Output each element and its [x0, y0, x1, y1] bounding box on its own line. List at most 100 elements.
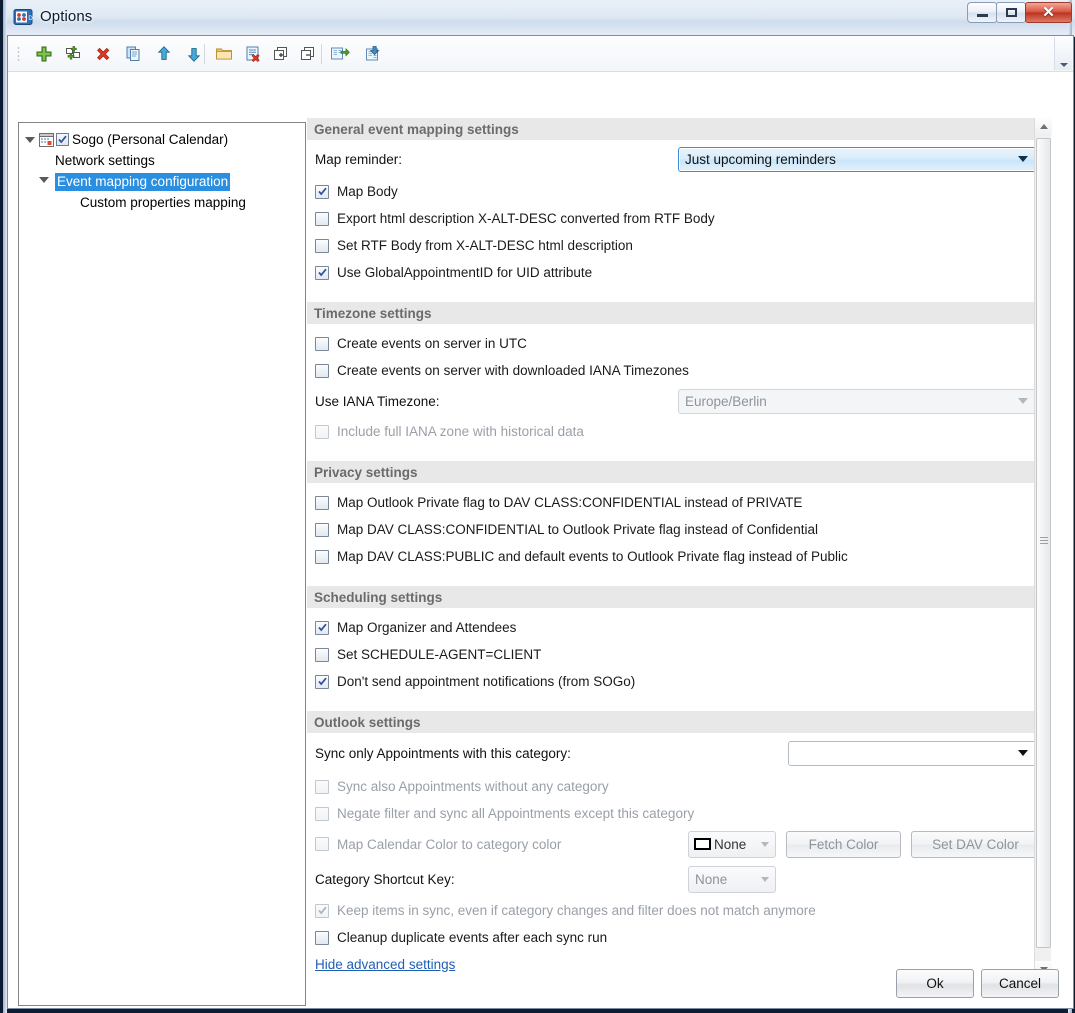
title-bar[interactable]: D Options ✕	[3, 0, 1075, 34]
scrollbar-thumb[interactable]	[1036, 138, 1051, 948]
checkbox-label: Keep items in sync, even if category cha…	[337, 903, 816, 918]
checkbox-box[interactable]	[315, 495, 329, 510]
checkbox-label: Negate filter and sync all Appointments …	[337, 806, 695, 821]
checkbox-label: Map DAV CLASS:CONFIDENTIAL to Outlook Pr…	[337, 522, 818, 537]
checkbox-box[interactable]	[315, 522, 329, 537]
checkbox-label: Map Body	[337, 184, 398, 199]
maximize-button[interactable]	[996, 2, 1026, 23]
hide-advanced-settings-link[interactable]: Hide advanced settings	[315, 957, 455, 972]
folder-icon[interactable]	[210, 42, 238, 66]
section-header-outlook: Outlook settings	[307, 711, 1051, 733]
checkbox-create-events-utc[interactable]: Create events on server in UTC	[307, 330, 1051, 357]
chevron-down-icon	[761, 876, 769, 882]
checkbox-box[interactable]	[315, 336, 329, 351]
checkbox-negate-filter: Negate filter and sync all Appointments …	[307, 800, 1051, 827]
checkbox-label: Export html description X-ALT-DESC conve…	[337, 211, 715, 226]
checkbox-label: Create events on server in UTC	[337, 336, 527, 351]
checkbox-dont-send-notifications[interactable]: Don't send appointment notifications (fr…	[307, 668, 1051, 695]
toolbar-grip[interactable]	[17, 46, 20, 62]
checkbox-export-html-description[interactable]: Export html description X-ALT-DESC conve…	[307, 205, 1051, 232]
expand-all-icon[interactable]	[267, 42, 295, 66]
set-dav-color-button: Set DAV Color	[911, 830, 1040, 858]
checkbox-map-organizer-attendees[interactable]: Map Organizer and Attendees	[307, 614, 1051, 641]
checkbox-box	[315, 903, 329, 918]
checkbox-box[interactable]	[315, 674, 329, 689]
ok-button[interactable]: Ok	[896, 969, 974, 998]
expander-open-icon[interactable]	[25, 136, 35, 143]
ok-label: Ok	[926, 976, 944, 991]
checkbox-label: Cleanup duplicate events after each sync…	[337, 930, 608, 945]
options-dialog-window: D Options ✕ Sogo (Personal Calendar) Net…	[0, 0, 1075, 1013]
checkbox-box[interactable]	[315, 211, 329, 226]
iana-timezone-value: Europe/Berlin	[685, 393, 767, 409]
checkbox-map-private-to-confidential[interactable]: Map Outlook Private flag to DAV CLASS:CO…	[307, 489, 1051, 516]
category-shortcut-value: None	[695, 871, 728, 887]
checkbox-label: Map DAV CLASS:PUBLIC and default events …	[337, 549, 848, 564]
tree-item-custom-properties-mapping[interactable]: Custom properties mapping	[25, 192, 305, 213]
scroll-up-button[interactable]	[1035, 118, 1052, 135]
tree-item-event-mapping-configuration[interactable]: Event mapping configuration	[25, 171, 305, 192]
checkbox-label: Set RTF Body from X-ALT-DESC html descri…	[337, 238, 633, 253]
import-icon[interactable]	[360, 42, 388, 66]
checkbox-create-events-iana[interactable]: Create events on server with downloaded …	[307, 357, 1051, 384]
checkbox-box[interactable]	[315, 265, 329, 280]
map-reminder-combo[interactable]: Just upcoming reminders	[678, 146, 1037, 172]
fetch-color-label: Fetch Color	[808, 836, 879, 852]
checkbox-box[interactable]	[315, 184, 329, 199]
window-controls: ✕	[967, 2, 1072, 26]
section-header-privacy: Privacy settings	[307, 461, 1051, 483]
tree-checkbox-sogo[interactable]	[56, 133, 69, 146]
settings-panel: General event mapping settings Map remin…	[307, 118, 1051, 978]
settings-tree[interactable]: Sogo (Personal Calendar) Network setting…	[18, 122, 306, 1006]
tree-item-label: Event mapping configuration	[55, 172, 231, 191]
iana-timezone-row: Use IANA Timezone: Europe/Berlin	[307, 384, 1051, 418]
map-reminder-label: Map reminder:	[315, 151, 403, 167]
close-button[interactable]: ✕	[1025, 2, 1072, 23]
category-color-combo[interactable]: None	[688, 830, 776, 858]
checkbox-label: Map Outlook Private flag to DAV CLASS:CO…	[337, 495, 803, 510]
iana-timezone-combo[interactable]: Europe/Berlin	[678, 388, 1037, 414]
checkbox-box[interactable]	[315, 363, 329, 378]
copy-icon[interactable]	[120, 42, 148, 66]
cancel-button[interactable]: Cancel	[981, 969, 1059, 998]
toolbar-overflow-chevron[interactable]	[1054, 37, 1072, 70]
checkbox-box[interactable]	[315, 620, 329, 635]
checkbox-box[interactable]	[315, 549, 329, 564]
checkbox-use-globalappointmentid[interactable]: Use GlobalAppointmentID for UID attribut…	[307, 259, 1051, 286]
section-header-scheduling: Scheduling settings	[307, 586, 1051, 608]
tree-item-network-settings[interactable]: Network settings	[25, 150, 305, 171]
checkbox-label: Don't send appointment notifications (fr…	[337, 674, 636, 689]
move-up-icon[interactable]	[150, 42, 178, 66]
minimize-button[interactable]	[967, 2, 997, 23]
category-shortcut-row: Category Shortcut Key: None	[307, 861, 1051, 897]
panel-scrollbar[interactable]	[1034, 118, 1052, 978]
checkbox-box[interactable]	[315, 238, 329, 253]
sync-category-combo[interactable]	[788, 740, 1037, 766]
checkbox-box[interactable]	[315, 647, 329, 662]
remove-list-icon[interactable]	[240, 42, 268, 66]
add-icon[interactable]	[30, 42, 58, 66]
add-group-icon[interactable]	[60, 42, 88, 66]
tree-item-label: Sogo (Personal Calendar)	[72, 132, 229, 147]
checkbox-map-body[interactable]: Map Body	[307, 178, 1051, 205]
collapse-all-icon[interactable]	[294, 42, 322, 66]
checkbox-set-schedule-agent-client[interactable]: Set SCHEDULE-AGENT=CLIENT	[307, 641, 1051, 668]
minimize-icon	[976, 14, 988, 17]
export-icon[interactable]	[326, 42, 354, 66]
checkbox-label: Include full IANA zone with historical d…	[337, 424, 584, 439]
checkbox-cleanup-duplicate-events[interactable]: Cleanup duplicate events after each sync…	[307, 924, 1051, 951]
calendar-icon	[39, 132, 54, 147]
iana-timezone-label: Use IANA Timezone:	[315, 393, 440, 409]
checkbox-box[interactable]	[315, 930, 329, 945]
tree-item-label: Network settings	[55, 153, 155, 168]
delete-icon[interactable]	[90, 42, 118, 66]
category-shortcut-combo[interactable]: None	[688, 865, 776, 893]
fetch-color-button: Fetch Color	[786, 830, 901, 858]
expander-open-icon[interactable]	[39, 177, 49, 183]
close-icon: ✕	[1042, 4, 1055, 21]
checkbox-set-rtf-body[interactable]: Set RTF Body from X-ALT-DESC html descri…	[307, 232, 1051, 259]
checkbox-map-confidential-to-private[interactable]: Map DAV CLASS:CONFIDENTIAL to Outlook Pr…	[307, 516, 1051, 543]
checkbox-label: Map Calendar Color to category color	[337, 836, 562, 852]
tree-item-sogo[interactable]: Sogo (Personal Calendar)	[25, 129, 305, 150]
checkbox-map-public-to-private[interactable]: Map DAV CLASS:PUBLIC and default events …	[307, 543, 1051, 570]
